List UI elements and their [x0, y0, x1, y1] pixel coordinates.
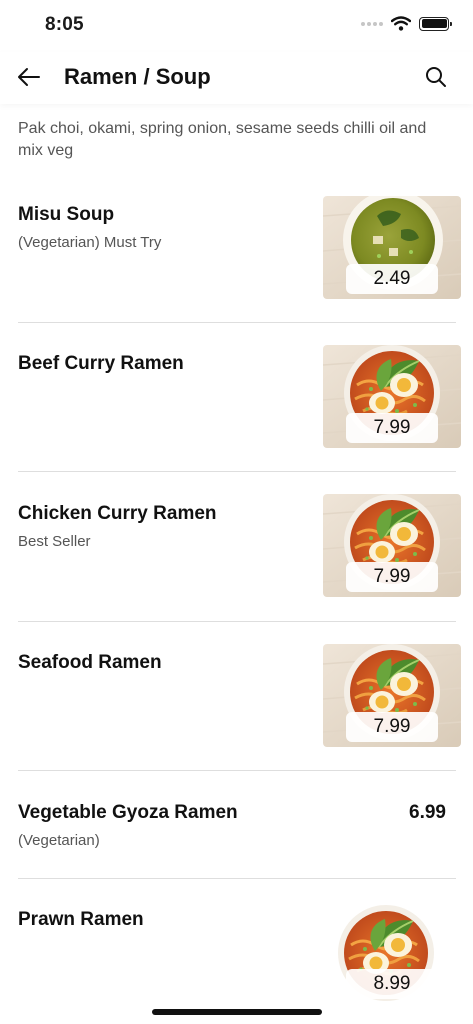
category-description: Pak choi, okami, spring onion, sesame se… [18, 120, 427, 159]
menu-item-prawn-ramen[interactable]: Prawn Ramen 8.99 [18, 879, 461, 1024]
arrow-left-icon [18, 68, 40, 86]
item-name: Prawn Ramen [18, 909, 144, 930]
menu-item-seafood-ramen[interactable]: Seafood Ramen 7.99 [18, 622, 461, 771]
search-button[interactable] [423, 64, 449, 90]
item-name: Beef Curry Ramen [18, 353, 184, 374]
item-name: Vegetable Gyoza Ramen [18, 802, 238, 823]
menu-item-vegetable-gyoza-ramen[interactable]: Vegetable Gyoza Ramen (Vegetarian) 6.99 [18, 771, 456, 879]
item-subtitle: Best Seller [18, 533, 91, 550]
price-badge: 7.99 [346, 413, 438, 443]
status-bar: 8:05 [0, 0, 473, 52]
signal-icon [361, 21, 383, 26]
price-badge: 8.99 [346, 969, 438, 999]
app-header: Ramen / Soup [0, 52, 473, 104]
item-name: Seafood Ramen [18, 652, 162, 673]
status-icons [361, 16, 452, 31]
wifi-icon [391, 16, 411, 31]
menu-item-beef-curry-ramen[interactable]: Beef Curry Ramen 7.99 [18, 323, 461, 472]
item-name: Chicken Curry Ramen [18, 503, 217, 524]
price-badge: 7.99 [346, 562, 438, 592]
battery-icon [419, 16, 452, 31]
back-button[interactable] [14, 62, 44, 92]
item-image: 7.99 [323, 345, 461, 448]
menu-item-misu-soup[interactable]: Misu Soup (Vegetarian) Must Try 2.49 [18, 186, 461, 323]
search-icon [426, 67, 446, 87]
status-time: 8:05 [45, 14, 84, 35]
price-badge: 7.99 [346, 712, 438, 742]
item-image: 7.99 [323, 644, 461, 747]
price-badge: 2.49 [346, 264, 438, 294]
item-image: 2.49 [323, 196, 461, 299]
item-subtitle: (Vegetarian) [18, 832, 100, 849]
menu-item-chicken-curry-ramen[interactable]: Chicken Curry Ramen Best Seller 7.99 [18, 472, 461, 622]
item-price: 6.99 [409, 802, 446, 823]
item-subtitle: (Vegetarian) Must Try [18, 234, 162, 251]
page-title: Ramen / Soup [64, 64, 211, 89]
item-image: 7.99 [323, 494, 461, 597]
item-image: 8.99 [323, 901, 461, 1004]
item-name: Misu Soup [18, 204, 115, 225]
home-indicator[interactable] [152, 1009, 322, 1015]
